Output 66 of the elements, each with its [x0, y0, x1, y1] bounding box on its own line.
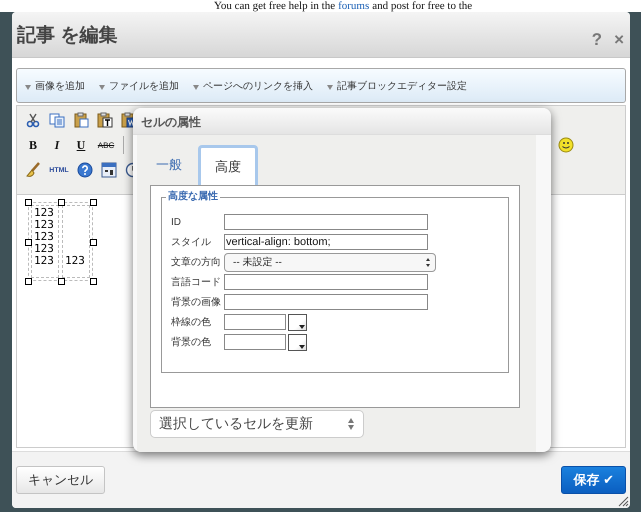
resize-handle[interactable] — [90, 278, 97, 285]
toolbar-menu[interactable]: 画像を追加 — [35, 78, 85, 92]
resize-handle[interactable] — [90, 199, 97, 206]
toolbar-menu[interactable]: ファイルを追加 — [109, 78, 179, 92]
resize-handle[interactable] — [58, 199, 64, 206]
resize-handle[interactable] — [25, 238, 32, 246]
checkmark-icon: ✔ — [603, 472, 614, 487]
updown-arrows-icon — [348, 418, 355, 430]
color-picker-button[interactable] — [288, 334, 307, 350]
italic-button[interactable]: I — [49, 138, 65, 152]
input-field[interactable] — [224, 314, 286, 330]
field-label: 言語コード — [171, 276, 222, 289]
strikethrough-button[interactable]: ABC — [97, 140, 115, 150]
fieldset-legend: 高度な属性 — [166, 191, 220, 203]
input-field[interactable] — [224, 274, 428, 290]
cell-text: 123 — [34, 243, 55, 255]
caret-icon — [193, 85, 199, 90]
field-label: 背景の色 — [171, 336, 212, 349]
calendar-icon[interactable] — [101, 162, 117, 178]
caret-icon — [99, 85, 105, 90]
help-icon[interactable] — [77, 162, 93, 178]
cell-text: 123 — [34, 219, 55, 231]
cell-text: 123 — [34, 255, 55, 267]
dropdown[interactable]: -- 未設定 -- — [224, 252, 436, 272]
input-field[interactable] — [224, 334, 286, 350]
updown-arrows-icon — [426, 258, 431, 266]
field-label: 文章の方向 — [171, 256, 222, 269]
page-text: and post for free to the — [372, 0, 472, 12]
input-field[interactable] — [224, 294, 428, 310]
help-button[interactable]: ? — [592, 30, 602, 50]
clipboard-icon[interactable] — [97, 112, 113, 128]
color-picker-button[interactable] — [288, 314, 307, 330]
resize-grip-icon[interactable] — [618, 496, 629, 507]
caret-icon — [327, 85, 333, 90]
scissors-icon[interactable] — [25, 112, 41, 128]
apply-select[interactable]: 選択しているセルを更新 — [150, 410, 364, 438]
resize-handle[interactable] — [90, 238, 97, 246]
dialog-title: セルの属性 — [133, 108, 551, 135]
field-label: 背景の画像 — [171, 296, 222, 309]
smiley-icon[interactable] — [558, 137, 574, 153]
cell-text: 123 — [65, 255, 86, 267]
resize-handle[interactable] — [58, 278, 64, 285]
cancel-button[interactable]: キャンセル — [16, 466, 105, 494]
resize-handle[interactable] — [25, 278, 32, 285]
toolbar-menu[interactable]: 記事ブロックエディター設定 — [337, 78, 467, 92]
text-link[interactable]: forums — [338, 0, 370, 12]
field-label: スタイル — [171, 236, 212, 249]
field-label: 枠線の色 — [171, 316, 212, 329]
clipboard-icon[interactable] — [73, 112, 89, 128]
caret-icon — [25, 85, 31, 90]
resize-handle[interactable] — [25, 199, 32, 206]
toolbar-menu[interactable]: ページへのリンクを挿入 — [203, 78, 313, 92]
underline-button[interactable]: U — [73, 138, 89, 152]
bold-button[interactable]: B — [25, 138, 41, 152]
input-field[interactable] — [224, 214, 428, 230]
cell-text: 123 — [34, 207, 55, 219]
cell-text: 123 — [34, 231, 55, 243]
tab[interactable]: 一般 — [150, 156, 194, 185]
input-field[interactable]: vertical-align: bottom; — [224, 234, 428, 250]
page-text: You can get free help in the — [214, 0, 336, 12]
field-label: ID — [171, 216, 182, 228]
window-title: 記事 を編集 — [17, 24, 118, 48]
tab[interactable]: 高度 — [198, 145, 258, 186]
copy-icon[interactable] — [49, 112, 65, 128]
save-button[interactable]: 保存 ✔ — [561, 466, 626, 494]
brush-icon[interactable] — [25, 162, 41, 178]
